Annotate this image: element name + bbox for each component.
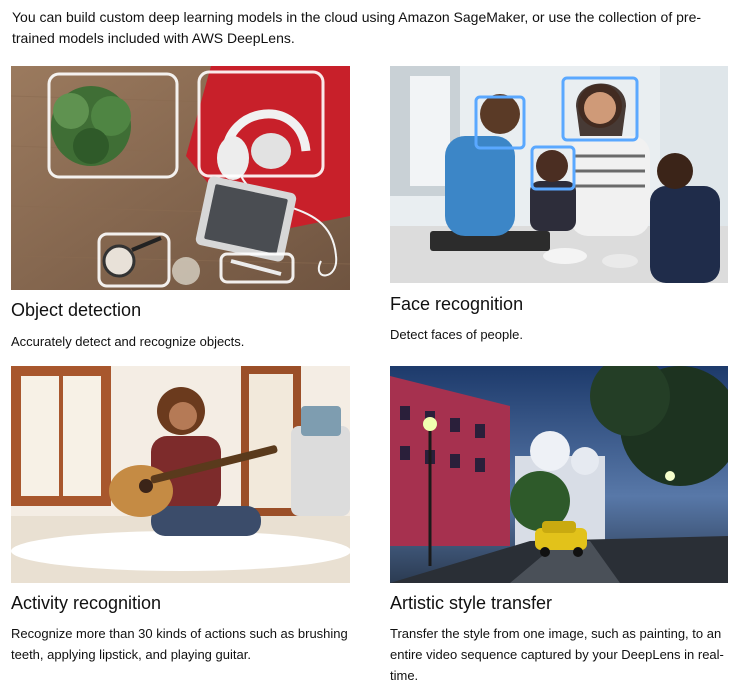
face-recognition-image — [390, 66, 728, 283]
object-detection-image — [11, 66, 350, 290]
style-transfer-image — [390, 366, 728, 583]
activity-recognition-photo — [11, 366, 350, 583]
card-title: Object detection — [11, 300, 142, 320]
face-recognition-photo — [390, 66, 728, 283]
card-description: Recognize more than 30 kinds of actions … — [11, 626, 348, 662]
card-object-detection: Object detection Accurately detect and r… — [11, 66, 350, 356]
style-transfer-photo — [390, 366, 728, 583]
card-artistic-style-transfer: Artistic style transfer Transfer the sty… — [390, 366, 728, 686]
card-description: Transfer the style from one image, such … — [390, 626, 724, 683]
card-title: Face recognition — [390, 294, 524, 314]
intro-text: You can build custom deep learning model… — [12, 9, 702, 46]
object-detection-photo — [11, 66, 350, 290]
card-description: Detect faces of people. — [390, 327, 523, 342]
card-title: Artistic style transfer — [390, 593, 553, 613]
card-activity-recognition: Activity recognition Recognize more than… — [11, 366, 350, 666]
card-description: Accurately detect and recognize objects. — [11, 334, 245, 349]
card-title: Activity recognition — [11, 593, 162, 613]
activity-recognition-image — [11, 366, 350, 583]
card-face-recognition: Face recognition Detect faces of people. — [390, 66, 728, 356]
